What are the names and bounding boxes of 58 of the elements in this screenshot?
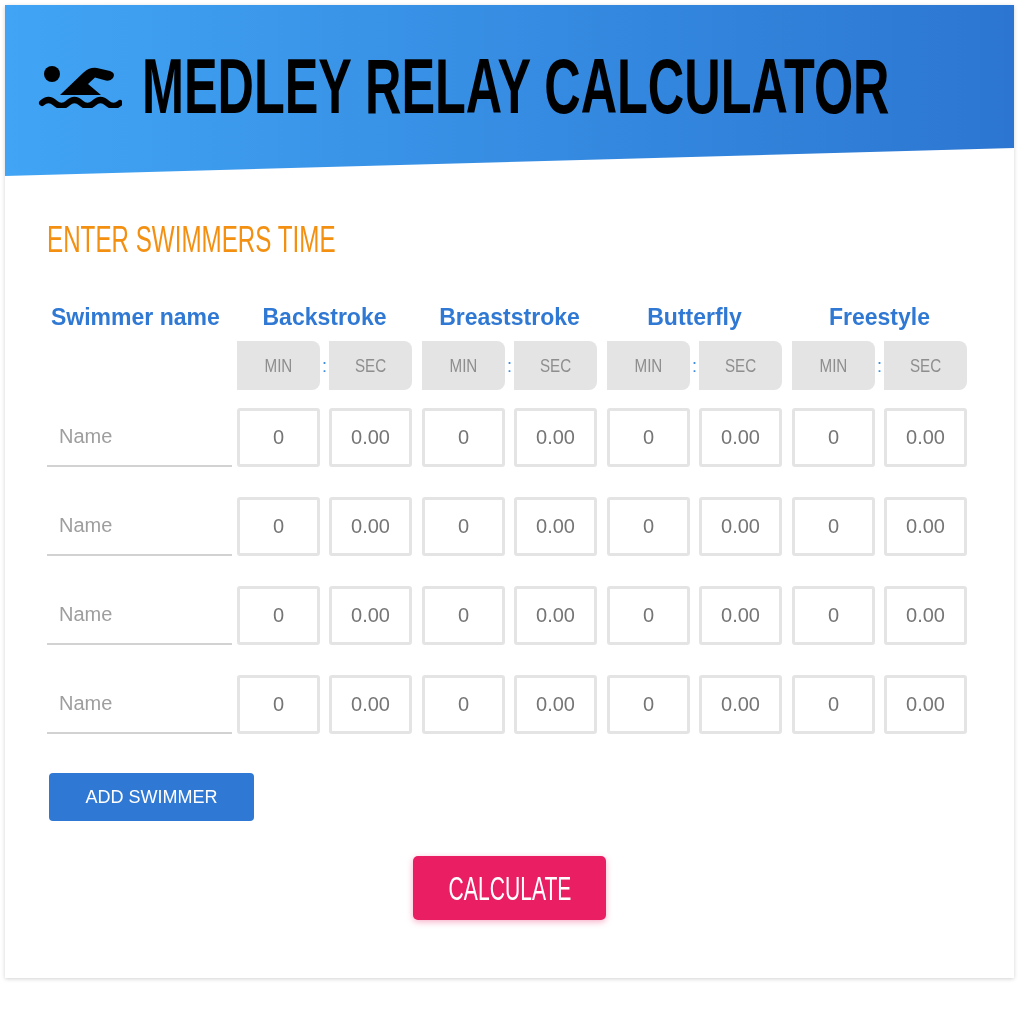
minutes-field[interactable]: 0 [607,675,690,734]
seconds-field[interactable]: 0.00 [884,675,967,734]
swimmer-icon [38,63,122,108]
time-separator: : [877,356,882,375]
minutes-field[interactable]: 0 [422,586,505,645]
seconds-field[interactable]: 0.00 [514,675,597,734]
seconds-field[interactable]: 0.00 [699,675,782,734]
minutes-field[interactable]: 0 [422,675,505,734]
seconds-field[interactable]: 0.00 [699,408,782,467]
minutes-field[interactable]: 0 [237,408,320,467]
column-heading: Swimmer name [51,304,220,330]
seconds-field[interactable]: 0.00 [514,497,597,556]
app-title: MEDLEY RELAY CALCULATOR [142,46,890,125]
seconds-field[interactable]: 0.00 [329,408,412,467]
minutes-field[interactable]: 0 [792,408,875,467]
add-swimmer-button[interactable]: ADD SWIMMER [49,773,254,821]
seconds-field[interactable]: 0.00 [329,586,412,645]
minutes-field[interactable]: 0 [607,497,690,556]
time-separator: : [322,356,327,375]
unit-label: MIN [422,341,505,390]
unit-label: MIN [237,341,320,390]
seconds-field[interactable]: 0.00 [514,586,597,645]
minutes-field[interactable]: 0 [237,675,320,734]
column-heading: Backstroke [262,306,387,329]
column-heading: Breaststroke [439,306,580,329]
seconds-field[interactable]: 0.00 [329,675,412,734]
minutes-field[interactable]: 0 [792,586,875,645]
calculate-button[interactable]: CALCULATE [413,856,606,920]
minutes-field[interactable]: 0 [237,586,320,645]
minutes-field[interactable]: 0 [422,497,505,556]
time-separator: : [692,356,697,375]
unit-label: SEC [329,341,412,390]
minutes-field[interactable]: 0 [792,497,875,556]
name-field[interactable]: Name [47,586,232,645]
minutes-field[interactable]: 0 [237,497,320,556]
name-field[interactable]: Name [47,675,232,734]
column-heading: Butterfly [647,306,742,329]
seconds-field[interactable]: 0.00 [884,586,967,645]
column-heading: Freestyle [829,306,930,329]
unit-label: SEC [514,341,597,390]
seconds-field[interactable]: 0.00 [514,408,597,467]
time-separator: : [507,356,512,375]
seconds-field[interactable]: 0.00 [329,497,412,556]
minutes-field[interactable]: 0 [792,675,875,734]
seconds-field[interactable]: 0.00 [884,408,967,467]
unit-label: SEC [699,341,782,390]
seconds-field[interactable]: 0.00 [884,497,967,556]
seconds-field[interactable]: 0.00 [699,586,782,645]
unit-label: MIN [792,341,875,390]
minutes-field[interactable]: 0 [607,408,690,467]
unit-label: SEC [884,341,967,390]
minutes-field[interactable]: 0 [422,408,505,467]
section-title: ENTER SWIMMERS TIME [47,222,336,258]
minutes-field[interactable]: 0 [607,586,690,645]
seconds-field[interactable]: 0.00 [699,497,782,556]
name-field[interactable]: Name [47,497,232,556]
unit-label: MIN [607,341,690,390]
name-field[interactable]: Name [47,408,232,467]
